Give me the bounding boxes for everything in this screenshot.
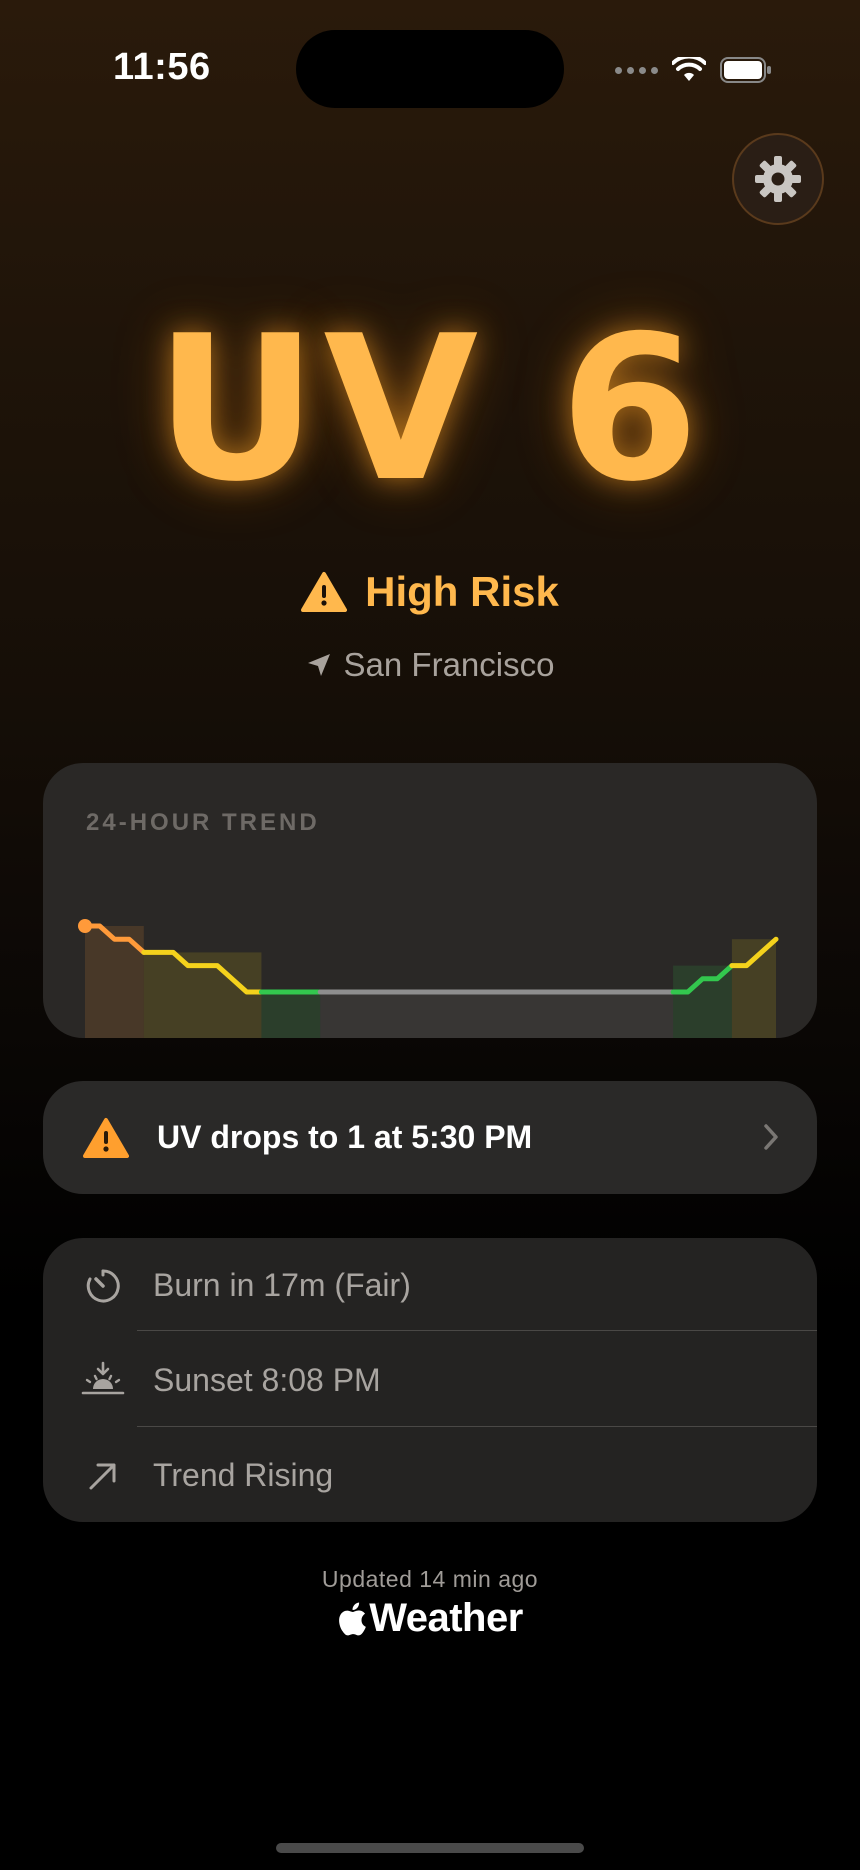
home-indicator[interactable] — [276, 1843, 584, 1853]
risk-level: High Risk — [0, 568, 860, 616]
burn-time-text: Burn in 17m (Fair) — [153, 1267, 411, 1303]
trend-chart — [78, 919, 779, 1038]
settings-button[interactable] — [732, 133, 824, 225]
trend-card[interactable]: 24-HOUR TREND — [43, 763, 817, 1038]
chevron-right-icon — [764, 1124, 778, 1150]
trend-band — [261, 992, 321, 1038]
divider — [137, 1330, 817, 1331]
alert-text: UV drops to 1 at 5:30 PM — [157, 1119, 533, 1155]
trend-band — [320, 992, 674, 1038]
info-card: Burn in 17m (Fair) Sunset 8:08 PM Trend … — [43, 1238, 817, 1522]
list-item-sunset: Sunset 8:08 PM — [43, 1333, 817, 1428]
status-time: 11:56 — [113, 46, 211, 88]
dynamic-island — [296, 30, 564, 108]
gear-icon — [755, 156, 801, 202]
cellular-signal-icon — [615, 66, 658, 74]
arrow-up-right-icon — [89, 1463, 116, 1489]
trend-current-point — [78, 919, 92, 933]
status-icons — [615, 52, 785, 88]
timer-icon — [86, 1268, 120, 1302]
location-name: San Francisco — [343, 646, 555, 683]
weather-brand-text: Weather — [369, 1596, 523, 1640]
trend-text: Trend Rising — [153, 1457, 334, 1493]
sunset-icon — [81, 1361, 125, 1394]
sunset-text: Sunset 8:08 PM — [153, 1362, 381, 1398]
wifi-icon — [672, 57, 706, 81]
uv-alert-row[interactable]: UV drops to 1 at 5:30 PM — [43, 1081, 817, 1194]
uv-index-value: UV 6 — [155, 293, 705, 526]
battery-icon — [720, 57, 771, 83]
location-arrow-icon — [307, 654, 330, 676]
warning-triangle-icon — [301, 572, 348, 612]
risk-label: High Risk — [365, 568, 559, 615]
list-item-trend: Trend Rising — [43, 1428, 817, 1523]
apple-logo-icon — [339, 1602, 367, 1635]
alert-icon-wrap — [79, 1117, 133, 1159]
warning-triangle-icon — [83, 1117, 129, 1158]
location: San Francisco — [0, 646, 860, 684]
weather-attribution[interactable]: Weather — [0, 1596, 860, 1641]
trend-band — [731, 939, 776, 1038]
updated-timestamp: Updated 14 min ago — [321, 1566, 539, 1592]
divider — [137, 1426, 817, 1427]
list-item-burn-time: Burn in 17m (Fair) — [43, 1238, 817, 1333]
